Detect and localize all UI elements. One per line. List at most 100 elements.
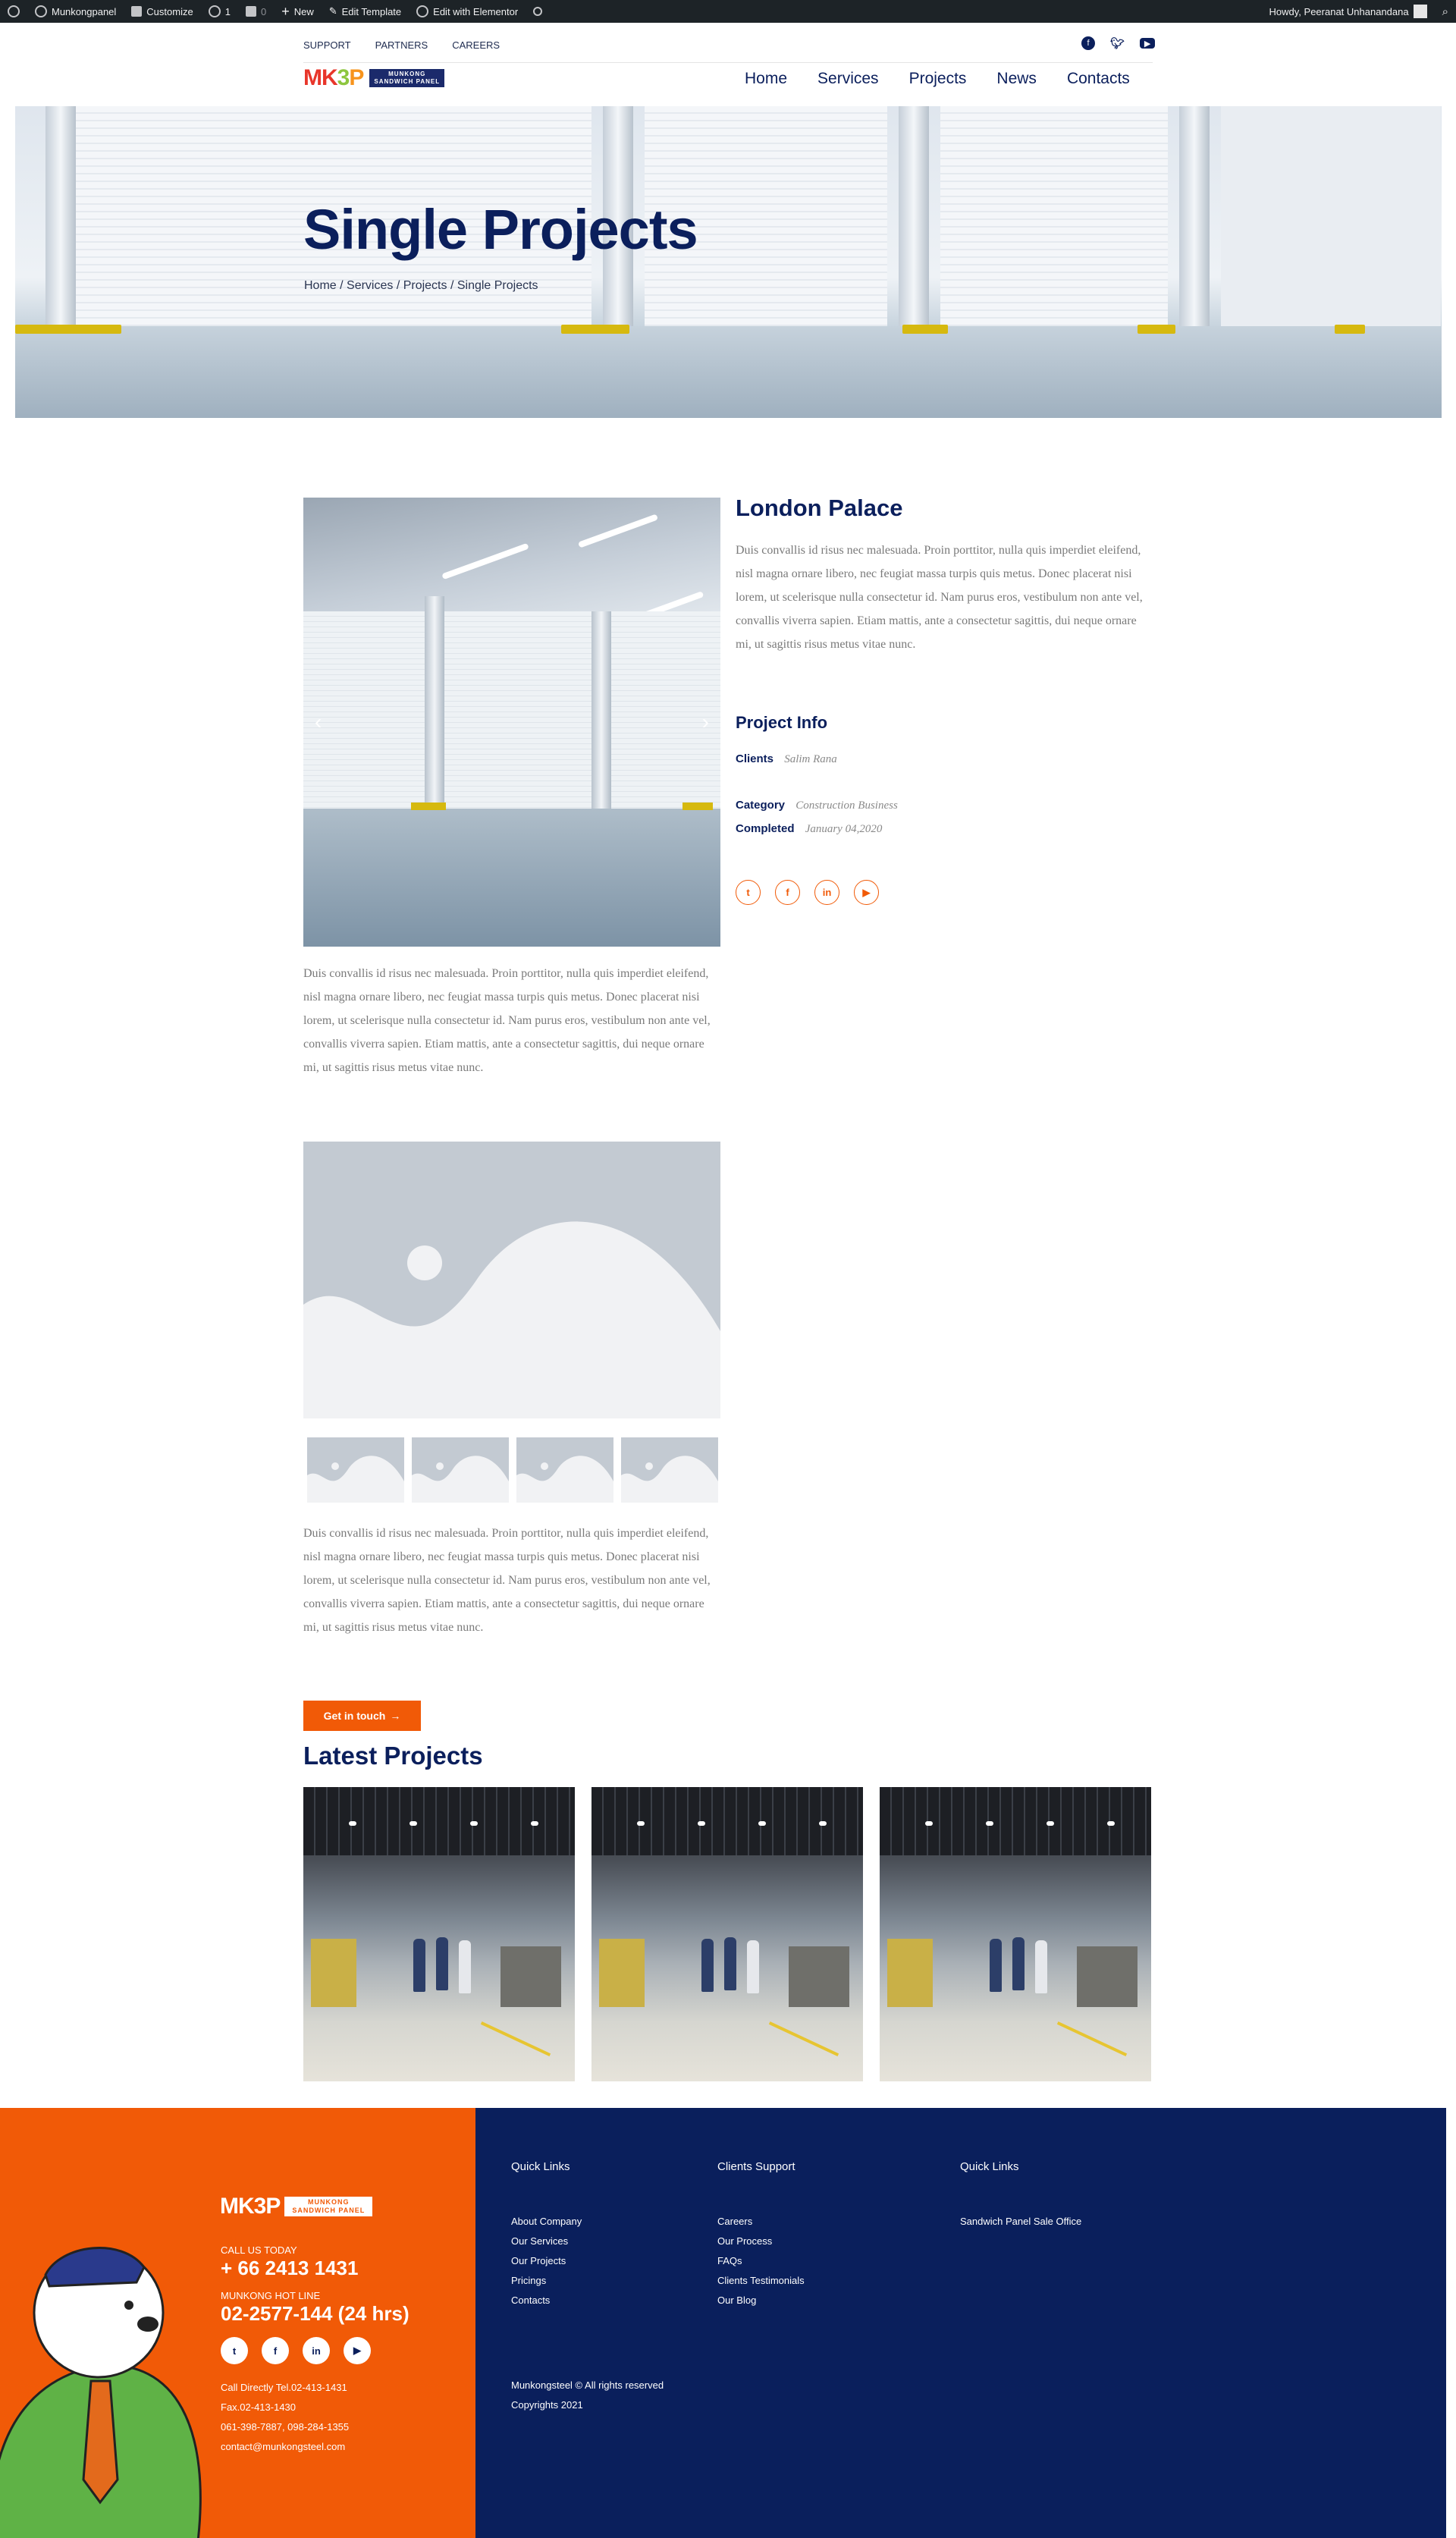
brush-icon xyxy=(131,6,143,17)
gallery-thumb[interactable] xyxy=(307,1437,404,1503)
nav-contacts[interactable]: Contacts xyxy=(1067,70,1130,88)
admin-customize[interactable]: Customize xyxy=(124,0,200,23)
category-label: Category xyxy=(736,799,786,812)
youtube-icon[interactable]: ▶ xyxy=(1140,38,1156,49)
gallery-thumb[interactable] xyxy=(412,1437,509,1503)
bear-mascot-icon xyxy=(0,2247,202,2538)
clients-label: Clients xyxy=(736,752,774,765)
site-logo[interactable]: MK3P MUNKONG SANDWICH PANEL xyxy=(303,65,445,91)
footer-logo[interactable]: MK3P MUNKONG SANDWICH PANEL xyxy=(220,2194,373,2219)
gallery-thumb[interactable] xyxy=(621,1437,718,1503)
page-title: Single Projects xyxy=(303,198,698,261)
facebook-icon[interactable]: f xyxy=(775,880,800,905)
image-placeholder-icon xyxy=(412,1437,509,1503)
footer-link[interactable]: Careers xyxy=(717,2216,752,2227)
completed-label: Completed xyxy=(736,822,795,835)
youtube-icon[interactable]: ▶ xyxy=(344,2337,371,2364)
admin-edit-template[interactable]: ✎ Edit Template xyxy=(322,0,409,23)
contact-line: 061-398-7887, 098-284-1355 xyxy=(221,2421,350,2433)
facebook-icon[interactable]: f xyxy=(1081,36,1095,50)
twitter-icon[interactable]: 🐦︎ xyxy=(1110,36,1125,50)
hotline-number[interactable]: 02-2577-144 (24 hrs) xyxy=(221,2302,410,2326)
slider-column xyxy=(592,611,611,809)
project-description: Duis convallis id risus nec malesuada. P… xyxy=(736,544,1143,651)
admin-search[interactable]: ⌕ xyxy=(1435,0,1456,23)
project-info-heading: Project Info xyxy=(736,713,828,732)
latest-projects-heading: Latest Projects xyxy=(303,1742,483,1770)
twitter-icon[interactable]: t xyxy=(221,2337,248,2364)
footer-link[interactable]: Our Projects xyxy=(511,2255,566,2266)
nav-projects[interactable]: Projects xyxy=(909,70,967,88)
circle-icon xyxy=(533,7,543,16)
contact-line: Fax.02-413-1430 xyxy=(221,2401,297,2413)
main-nav: Home Services Projects News Contacts xyxy=(745,70,1130,88)
youtube-icon[interactable]: ▶ xyxy=(854,880,879,905)
footer-logo-tagline: MUNKONG SANDWICH PANEL xyxy=(284,2197,373,2216)
facebook-icon[interactable]: f xyxy=(262,2337,289,2364)
top-link-support[interactable]: SUPPORT xyxy=(303,39,351,51)
project-title: London Palace xyxy=(736,495,903,521)
contact-line: Call Directly Tel.02-413-1431 xyxy=(221,2382,347,2393)
footer-link[interactable]: About Company xyxy=(511,2216,582,2227)
gallery-thumb[interactable] xyxy=(516,1437,613,1503)
latest-project-card[interactable] xyxy=(880,1787,1151,2081)
hero-bench xyxy=(15,325,121,334)
slider-column xyxy=(425,596,444,816)
project-clients: Clients Salim Rana xyxy=(736,752,837,766)
footer-link[interactable]: Our Process xyxy=(717,2235,772,2247)
footer-link[interactable]: Contacts xyxy=(511,2295,550,2306)
nav-services[interactable]: Services xyxy=(817,70,879,88)
breadcrumb: Home / Services / Projects / Single Proj… xyxy=(304,279,538,292)
refresh-icon xyxy=(208,5,221,17)
slider-bench xyxy=(411,803,446,810)
header-divider xyxy=(303,62,1153,63)
footer-link[interactable]: Pricings xyxy=(511,2275,546,2286)
image-placeholder-icon xyxy=(303,1142,720,1418)
hotline-label: MUNKONG HOT LINE xyxy=(221,2290,321,2301)
footer-link[interactable]: FAQs xyxy=(717,2255,742,2266)
pencil-icon: ✎ xyxy=(328,5,337,17)
hero-bench xyxy=(1138,325,1175,334)
get-in-touch-button[interactable]: Get in touch → xyxy=(303,1701,421,1731)
hero-shutter-door xyxy=(940,106,1168,326)
admin-comments[interactable]: 0 xyxy=(238,0,274,23)
logo-mark: MK3P xyxy=(303,65,364,90)
admin-account[interactable]: Howdy, Peeranat Unhanandana xyxy=(1262,0,1435,23)
project-slider[interactable]: ‹ › xyxy=(303,498,720,947)
slider-prev-button[interactable]: ‹ xyxy=(315,710,322,734)
linkedin-icon[interactable]: in xyxy=(814,880,839,905)
admin-extra[interactable] xyxy=(526,0,550,23)
nav-news[interactable]: News xyxy=(996,70,1037,88)
gallery-main-image[interactable] xyxy=(303,1142,720,1418)
contact-email[interactable]: contact@munkongsteel.com xyxy=(221,2441,345,2452)
slider-next-button[interactable]: › xyxy=(702,710,709,734)
top-link-careers[interactable]: CAREERS xyxy=(452,39,500,51)
latest-project-card[interactable] xyxy=(592,1787,863,2081)
hero-bench xyxy=(1335,325,1365,334)
latest-project-card[interactable] xyxy=(303,1787,575,2081)
home-icon xyxy=(35,5,47,17)
footer-link[interactable]: Sandwich Panel Sale Office xyxy=(960,2216,1081,2227)
admin-edit-elementor[interactable]: Edit with Elementor xyxy=(409,0,526,23)
footer-logo-mark: MK3P xyxy=(220,2194,281,2219)
nav-home[interactable]: Home xyxy=(745,70,787,88)
wordpress-logo-icon[interactable] xyxy=(0,0,27,23)
call-number[interactable]: + 66 2413 1431 xyxy=(221,2257,358,2280)
content-paragraph-2: Duis convallis id risus nec malesuada. P… xyxy=(303,1527,711,1634)
plus-icon: + xyxy=(281,3,290,19)
admin-site-name[interactable]: Munkongpanel xyxy=(27,0,124,23)
linkedin-icon[interactable]: in xyxy=(303,2337,330,2364)
admin-updates[interactable]: 1 xyxy=(201,0,238,23)
logo-tagline: MUNKONG SANDWICH PANEL xyxy=(369,69,445,87)
greeting-label: Howdy, Peeranat Unhanandana xyxy=(1269,5,1409,17)
admin-new[interactable]: + New xyxy=(274,0,322,23)
footer-link[interactable]: Our Blog xyxy=(717,2295,756,2306)
twitter-icon[interactable]: t xyxy=(736,880,761,905)
new-label: New xyxy=(293,5,314,17)
page-hero: Single Projects Home / Services / Projec… xyxy=(15,106,1442,418)
footer-link[interactable]: Clients Testimonials xyxy=(717,2275,805,2286)
footer-link[interactable]: Our Services xyxy=(511,2235,568,2247)
top-link-partners[interactable]: PARTNERS xyxy=(375,39,428,51)
customize-label: Customize xyxy=(146,5,193,17)
project-category: Category Construction Business xyxy=(736,799,898,812)
